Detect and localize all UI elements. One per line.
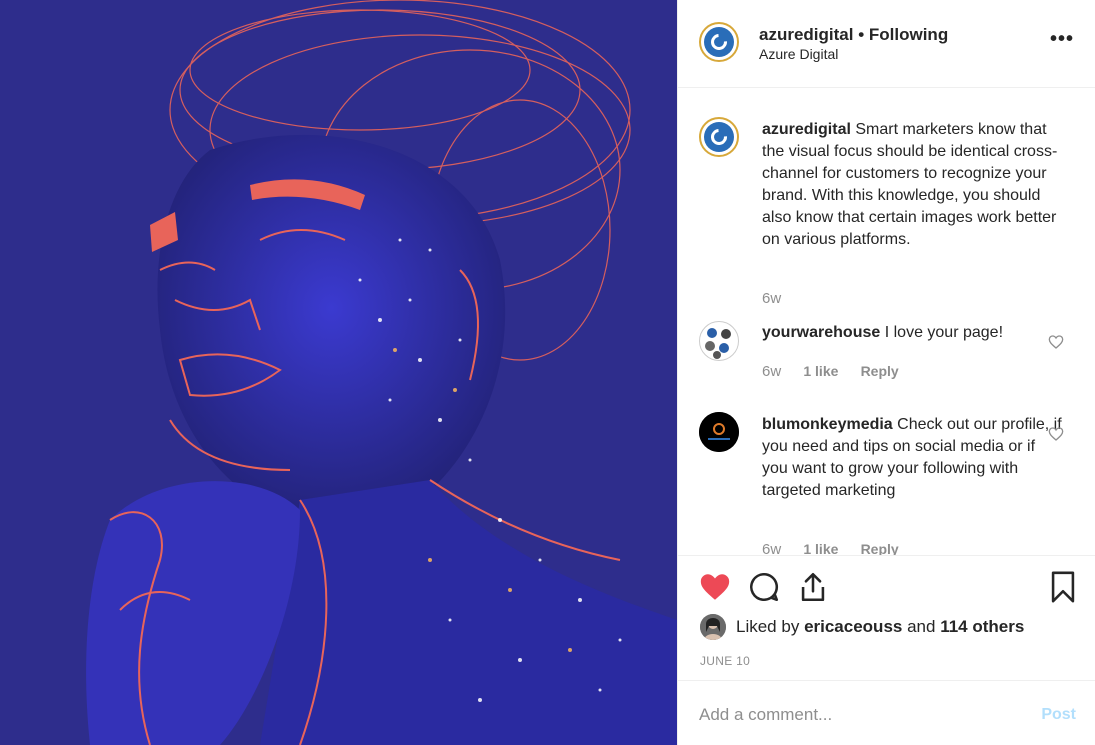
liker-avatar[interactable] [700,614,726,640]
liked-by-and: and [907,617,936,636]
heart-outline-icon[interactable] [1048,426,1064,442]
post-button[interactable]: Post [1041,706,1076,724]
post-header: azuredigital • Following Azure Digital •… [678,0,1095,88]
caption-username[interactable]: azuredigital [762,121,851,138]
comment-likes[interactable]: 1 like [803,541,838,555]
liked-by: Liked by ericaceouss and 114 others [700,614,1024,640]
post-actions: Liked by ericaceouss and 114 others JUNE… [678,555,1095,680]
username-link[interactable]: azuredigital [759,25,853,44]
caption-body: Smart marketers know that the visual foc… [762,121,1058,248]
share-icon[interactable] [796,570,830,604]
blumonkeymedia-avatar[interactable] [699,412,739,452]
caption-avatar[interactable] [699,117,739,157]
profile-avatar[interactable] [699,22,739,62]
caption-age[interactable]: 6w [762,290,781,307]
reply-button[interactable]: Reply [861,541,899,555]
azure-logo-icon [704,122,734,152]
reply-button[interactable]: Reply [861,363,899,379]
header-title: azuredigital • Following [759,25,948,45]
comment-age[interactable]: 6w [762,541,781,555]
heart-outline-icon[interactable] [1048,334,1064,350]
post-image[interactable] [0,0,677,745]
comment-age[interactable]: 6w [762,363,781,380]
warehouse-logo-icon [705,328,731,359]
display-name: Azure Digital [759,46,839,62]
azure-logo-icon [704,27,734,57]
comment-username[interactable]: yourwarehouse [762,324,880,341]
caption-meta: 6w [762,290,799,307]
bookmark-icon[interactable] [1046,570,1080,604]
portrait-illustration [0,0,677,745]
liked-by-user[interactable]: ericaceouss [804,617,902,637]
comment-likes[interactable]: 1 like [803,363,838,379]
comment-text: yourwarehouse I love your page! [762,322,1062,344]
comment-username[interactable]: blumonkeymedia [762,416,893,433]
caption-text: azuredigital Smart marketers know that t… [762,119,1062,251]
comment-input[interactable]: Add a comment... [699,705,832,725]
blumonkey-logo-icon [699,412,739,452]
more-options-icon[interactable]: ••• [1050,29,1074,49]
person-avatar-icon [700,614,726,640]
comment-icon[interactable] [747,570,781,604]
comment-body: I love your page! [884,324,1004,341]
separator-dot: • [858,25,865,44]
post-date[interactable]: JUNE 10 [700,654,750,668]
post-sidebar: azuredigital • Following Azure Digital •… [677,0,1095,745]
yourwarehouse-avatar[interactable] [699,321,739,361]
comment-meta: 6w 1 like Reply [762,541,917,555]
liked-by-others[interactable]: 114 others [940,617,1024,637]
comment-meta: 6w 1 like Reply [762,363,917,380]
liked-by-prefix: Liked by [736,617,800,636]
comment-text: blumonkeymedia Check out our profile, if… [762,414,1062,502]
comments-list[interactable]: azuredigital Smart marketers know that t… [678,89,1095,555]
following-button[interactable]: Following [869,25,948,44]
heart-filled-icon[interactable] [698,570,732,604]
add-comment-bar: Add a comment... Post [678,680,1095,745]
